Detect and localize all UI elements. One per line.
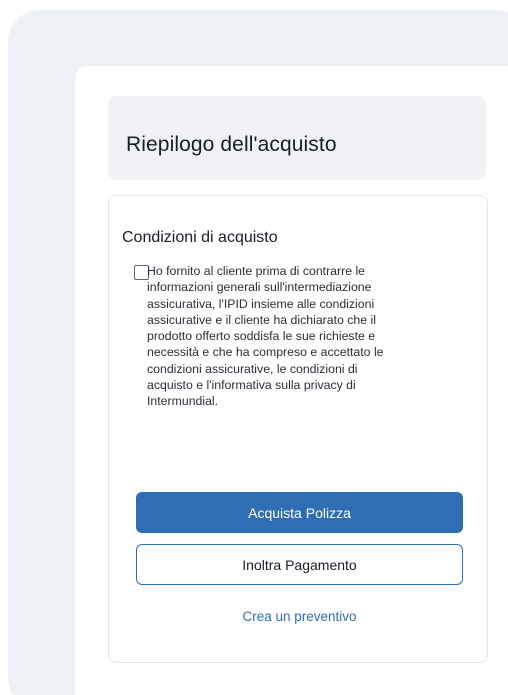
consent-text-line: Intermundial. bbox=[147, 394, 219, 409]
create-quote-link[interactable]: Crea un preventivo bbox=[136, 609, 463, 624]
consent-text: Ho fornito al cliente prima di contrarre… bbox=[147, 263, 457, 410]
consent-text-line: prodotto offerto soddisfa le sue richies… bbox=[147, 329, 376, 344]
consent-text-line: Ho fornito al cliente prima di contrarre… bbox=[147, 264, 366, 278]
forward-payment-button[interactable]: Inoltra Pagamento bbox=[136, 544, 463, 585]
consent-text-line: necessità e che ha compreso e accettato … bbox=[147, 345, 384, 360]
consent-text-line: assicurative e il cliente ha dichiarato … bbox=[147, 312, 376, 327]
purchase-conditions-title: Condizioni di acquisto bbox=[122, 229, 278, 246]
consent-text-line: acquisto e l'informativa sulla privacy d… bbox=[147, 378, 356, 393]
purchase-summary-title: Riepilogo dell'acquisto bbox=[126, 133, 337, 156]
purchase-summary-header: Riepilogo dell'acquisto bbox=[108, 96, 486, 180]
buy-policy-button[interactable]: Acquista Polizza bbox=[136, 492, 463, 533]
consent-text-line: assicurativa, l'IPID insieme alle condiz… bbox=[147, 296, 375, 311]
consent-text-line: informazioni generali sull'intermediazio… bbox=[147, 280, 372, 295]
purchase-conditions-card: Condizioni di acquisto Ho fornito al cli… bbox=[108, 195, 488, 663]
consent-text-line: condizioni assicurative, le condizioni d… bbox=[147, 361, 358, 376]
